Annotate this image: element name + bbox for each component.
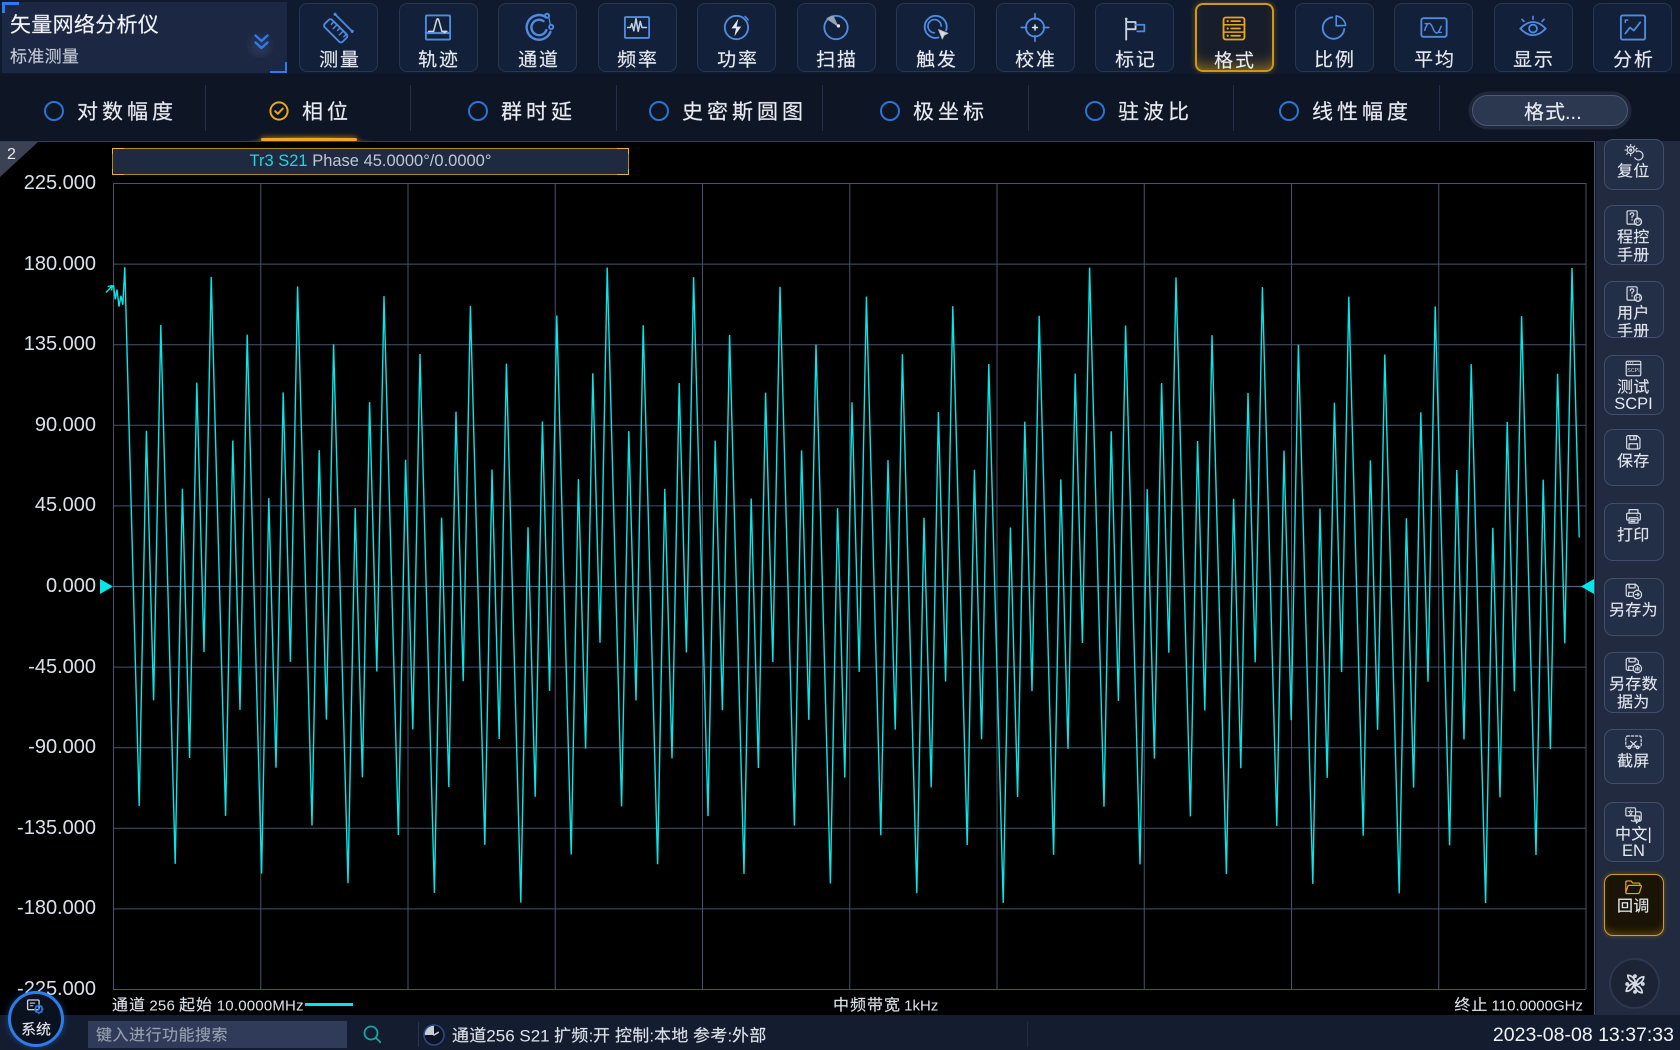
svg-text:2: 2 — [7, 146, 16, 163]
svg-text:P: P — [1636, 220, 1640, 226]
svg-text:H: H — [1636, 296, 1640, 302]
svg-text:En: En — [1635, 815, 1640, 820]
svg-text:SCPI: SCPI — [1627, 368, 1639, 374]
